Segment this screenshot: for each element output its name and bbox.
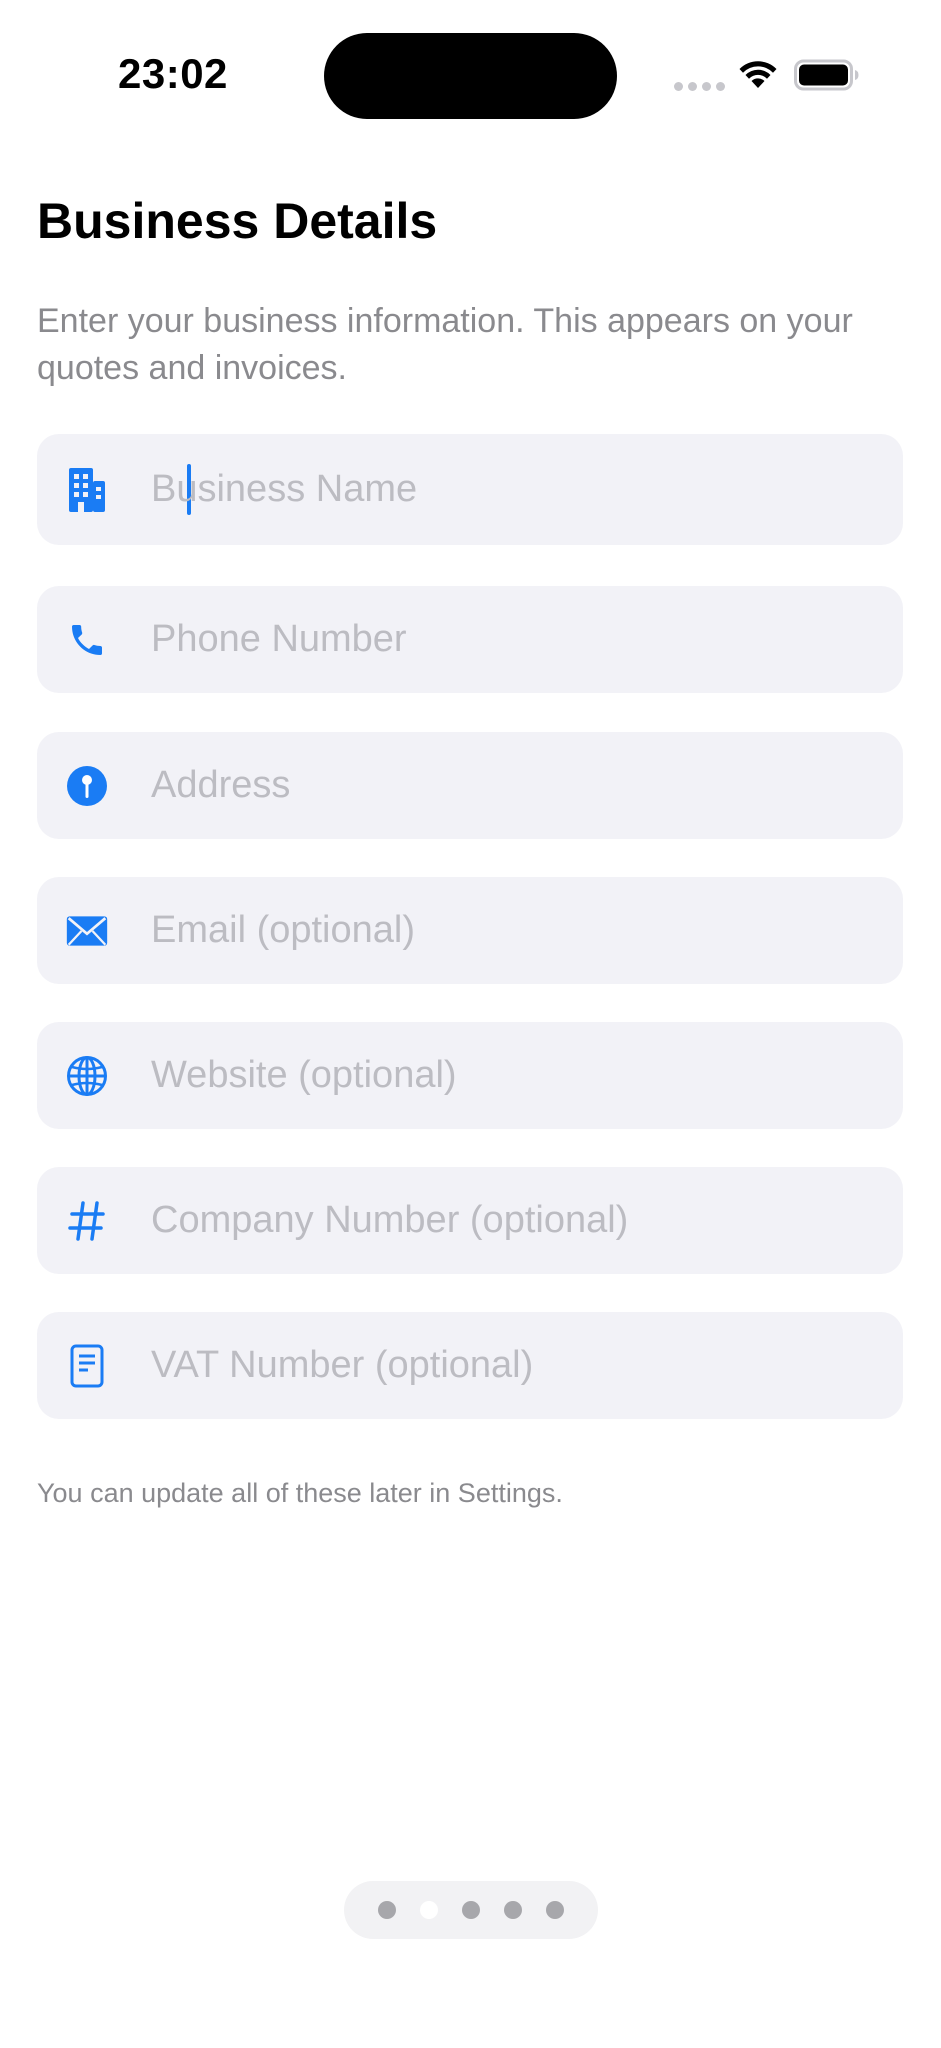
- phone-number-input[interactable]: [151, 586, 883, 693]
- phone-number-field[interactable]: [37, 586, 903, 693]
- phone-icon: [65, 618, 109, 662]
- company-number-input[interactable]: [151, 1167, 883, 1274]
- envelope-icon: [65, 909, 109, 953]
- page-indicator[interactable]: [344, 1881, 598, 1939]
- dynamic-island: [324, 33, 617, 119]
- map-pin-icon: [65, 764, 109, 808]
- address-input[interactable]: [151, 732, 883, 839]
- website-input[interactable]: [151, 1022, 883, 1129]
- page-subtitle: Enter your business information. This ap…: [37, 302, 853, 387]
- globe-icon: [65, 1054, 109, 1098]
- company-number-field[interactable]: [37, 1167, 903, 1274]
- page-title: Business Details: [37, 193, 438, 249]
- business-name-input[interactable]: [151, 434, 883, 545]
- cellular-signal-icon: [674, 82, 725, 91]
- page-dot-4[interactable]: [504, 1901, 522, 1919]
- email-field[interactable]: [37, 877, 903, 984]
- email-input[interactable]: [151, 877, 883, 984]
- battery-icon: [794, 59, 859, 91]
- footer-note: You can update all of these later in Set…: [37, 1478, 563, 1508]
- vat-number-input[interactable]: [151, 1312, 883, 1419]
- building-icon: [65, 467, 109, 512]
- document-icon: [65, 1344, 109, 1388]
- status-time: 23:02: [118, 50, 228, 97]
- page-dot-5[interactable]: [546, 1901, 564, 1919]
- page-dot-2[interactable]: [420, 1901, 438, 1919]
- wifi-icon: [739, 61, 777, 88]
- address-field[interactable]: [37, 732, 903, 839]
- number-sign-icon: [65, 1199, 109, 1243]
- page-dot-1[interactable]: [378, 1901, 396, 1919]
- website-field[interactable]: [37, 1022, 903, 1129]
- business-name-field[interactable]: [37, 434, 903, 545]
- page-dot-3[interactable]: [462, 1901, 480, 1919]
- vat-number-field[interactable]: [37, 1312, 903, 1419]
